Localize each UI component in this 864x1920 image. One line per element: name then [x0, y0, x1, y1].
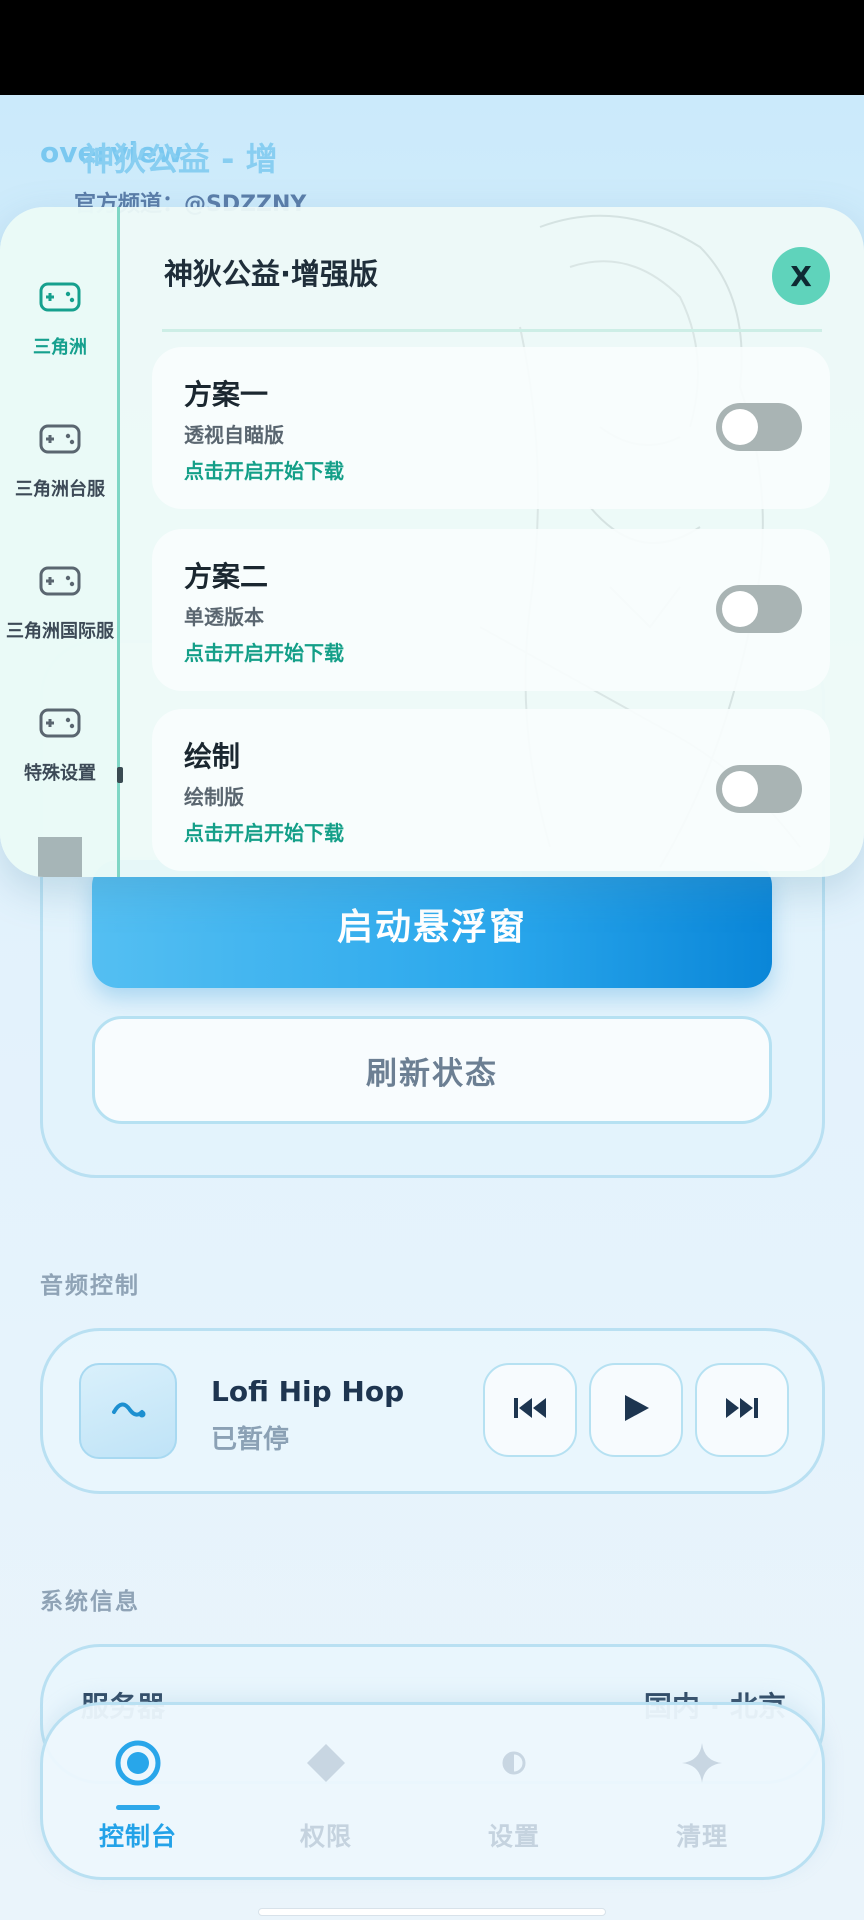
- sidebar-item-delta-tw[interactable]: 三角洲台服: [0, 415, 120, 535]
- feature-modal: 三角洲 三角洲台服 三角洲国际服 特殊设置 神狄公益·增强版 X 方案一 透视自…: [0, 207, 864, 877]
- gamepad-icon: [39, 424, 81, 454]
- option-subtitle: 透视自瞄版: [184, 423, 284, 447]
- draw-toggle[interactable]: [716, 765, 802, 813]
- previous-track-button[interactable]: [483, 1363, 577, 1457]
- sidebar-label: 特殊设置: [24, 763, 96, 784]
- playback-status: 已暂停: [211, 1425, 290, 1455]
- option-title: 绘制: [184, 740, 241, 773]
- option-download-hint: 点击开启开始下载: [184, 821, 344, 845]
- refresh-status-button[interactable]: 刷新状态: [92, 1016, 772, 1124]
- gamepad-icon: [39, 708, 81, 738]
- nav-console[interactable]: 控制台: [43, 1705, 233, 1883]
- plan-two-toggle[interactable]: [716, 585, 802, 633]
- nav-settings[interactable]: 设置: [419, 1705, 609, 1883]
- sidebar-resize-handle[interactable]: [117, 767, 123, 783]
- album-art: [79, 1363, 177, 1459]
- launch-floating-window-button[interactable]: 启动悬浮窗: [92, 860, 772, 988]
- next-icon: [724, 1396, 760, 1424]
- sidebar-label: 三角洲台服: [15, 479, 105, 500]
- target-icon: [114, 1739, 162, 1787]
- option-download-hint: 点击开启开始下载: [184, 641, 344, 665]
- track-name: Lofi Hip Hop: [211, 1375, 405, 1408]
- divider: [162, 329, 822, 332]
- nav-console-label: 控制台: [98, 1822, 177, 1851]
- option-download-hint: 点击开启开始下载: [184, 459, 344, 483]
- option-card-draw: 绘制 绘制版 点击开启开始下载: [152, 709, 830, 871]
- plan-one-toggle[interactable]: [716, 403, 802, 451]
- previous-icon: [512, 1396, 548, 1424]
- nav-permissions-label: 权限: [299, 1822, 352, 1851]
- audio-section-title: 音频控制: [40, 1273, 140, 1299]
- option-card-plan-one: 方案一 透视自瞄版 点击开启开始下载: [152, 347, 830, 509]
- bottom-nav: 控制台 权限 设置 清理: [40, 1702, 825, 1880]
- toggle-knob: [722, 591, 758, 627]
- toggle-knob: [722, 409, 758, 445]
- option-title: 方案二: [184, 560, 269, 593]
- sidebar-item-delta[interactable]: 三角洲: [0, 273, 120, 393]
- close-button[interactable]: X: [772, 247, 830, 305]
- modal-title: 神狄公益·增强版: [164, 257, 379, 291]
- nav-settings-label: 设置: [487, 1822, 540, 1851]
- audio-card: Lofi Hip Hop 已暂停: [40, 1328, 825, 1494]
- option-subtitle: 单透版本: [184, 605, 264, 629]
- home-indicator[interactable]: [258, 1908, 606, 1916]
- gamepad-icon: [39, 566, 81, 596]
- sidebar-item-delta-intl[interactable]: 三角洲国际服: [0, 557, 120, 677]
- next-track-button[interactable]: [695, 1363, 789, 1457]
- gamepad-icon: [39, 282, 81, 312]
- music-note-icon: [108, 1394, 148, 1428]
- sidebar-label: 三角洲: [33, 337, 87, 358]
- toggle-knob: [722, 771, 758, 807]
- play-button[interactable]: [589, 1363, 683, 1457]
- nav-cleanup-label: 清理: [675, 1822, 728, 1851]
- app-name-overlap: 神狄公益 - 增: [82, 140, 278, 178]
- nav-permissions[interactable]: 权限: [231, 1705, 421, 1883]
- game-sidebar: 三角洲 三角洲台服 三角洲国际服 特殊设置: [0, 207, 120, 877]
- status-bar: [0, 0, 864, 95]
- play-icon: [621, 1393, 651, 1427]
- app-header-title: overview 神狄公益 - 增: [40, 136, 278, 178]
- option-title: 方案一: [184, 378, 269, 411]
- sparkle-icon: [678, 1739, 726, 1787]
- diamond-icon: [302, 1739, 350, 1787]
- half-circle-icon: [490, 1739, 538, 1787]
- sidebar-label: 三角洲国际服: [6, 621, 114, 642]
- active-indicator: [116, 1805, 160, 1810]
- sidebar-scroll-thumb[interactable]: [38, 837, 82, 877]
- sidebar-item-special-settings[interactable]: 特殊设置: [0, 699, 120, 819]
- nav-cleanup[interactable]: 清理: [607, 1705, 797, 1883]
- option-subtitle: 绘制版: [184, 785, 244, 809]
- option-card-plan-two: 方案二 单透版本 点击开启开始下载: [152, 529, 830, 691]
- system-section-title: 系统信息: [40, 1589, 140, 1615]
